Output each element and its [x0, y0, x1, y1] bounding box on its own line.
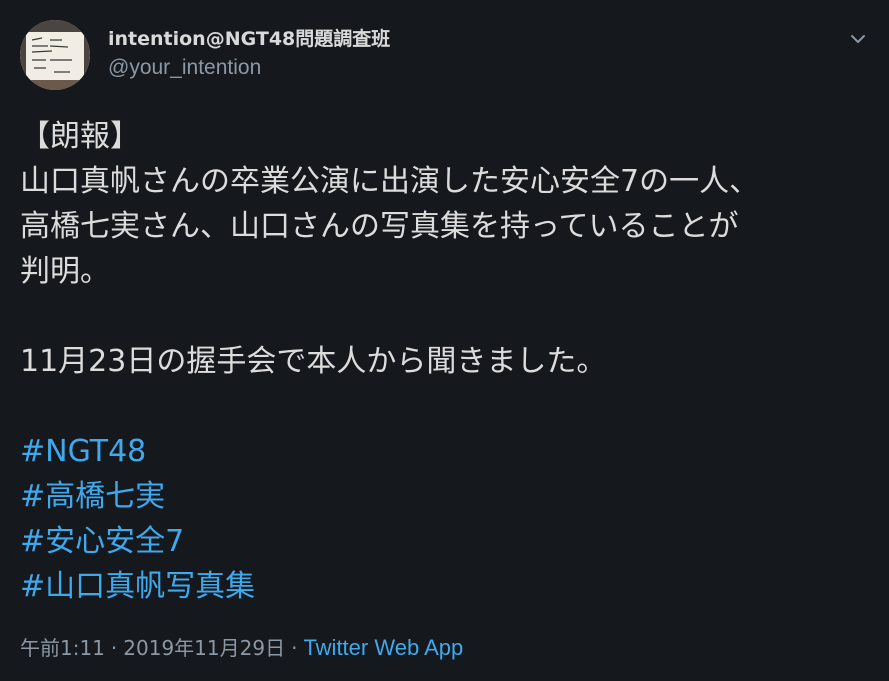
tweet-card: intention@NGT48問題調査班 @your_intention 【朗報…: [0, 0, 889, 681]
tweet-line: 【朗報】: [20, 119, 140, 154]
tweet-meta: 午前1:11 · 2019年11月29日 · Twitter Web App: [20, 633, 463, 663]
tweet-date[interactable]: 2019年11月29日: [123, 636, 285, 660]
tweet-header: intention@NGT48問題調査班 @your_intention: [20, 20, 873, 92]
user-handle[interactable]: @your_intention: [108, 54, 390, 82]
user-info: intention@NGT48問題調査班 @your_intention: [108, 27, 390, 82]
tweet-line: 11月23日の握手会で本人から聞きました。: [20, 344, 607, 379]
hashtag-link[interactable]: #山口真帆写真集: [20, 564, 870, 609]
tweet-text: 【朗報】 山口真帆さんの卒業公演に出演した安心安全7の一人、 高橋七実さん、山口…: [20, 114, 870, 609]
avatar[interactable]: [20, 20, 90, 90]
avatar-photo-icon: [20, 20, 90, 90]
chevron-down-icon[interactable]: [847, 28, 869, 50]
hashtag-link[interactable]: #安心安全7: [20, 519, 870, 564]
hashtag-link[interactable]: #高橋七実: [20, 474, 870, 519]
display-name[interactable]: intention@NGT48問題調査班: [108, 27, 390, 51]
meta-separator: ·: [291, 636, 298, 660]
tweet-line: 高橋七実さん、山口さんの写真集を持っていることが: [20, 209, 739, 244]
tweet-line: 山口真帆さんの卒業公演に出演した安心安全7の一人、: [20, 164, 760, 199]
source-link[interactable]: Twitter Web App: [303, 635, 463, 660]
tweet-time[interactable]: 午前1:11: [20, 636, 105, 660]
meta-separator: ·: [110, 636, 118, 660]
tweet-line: 判明。: [20, 254, 110, 289]
hashtag-link[interactable]: #NGT48: [20, 429, 870, 474]
